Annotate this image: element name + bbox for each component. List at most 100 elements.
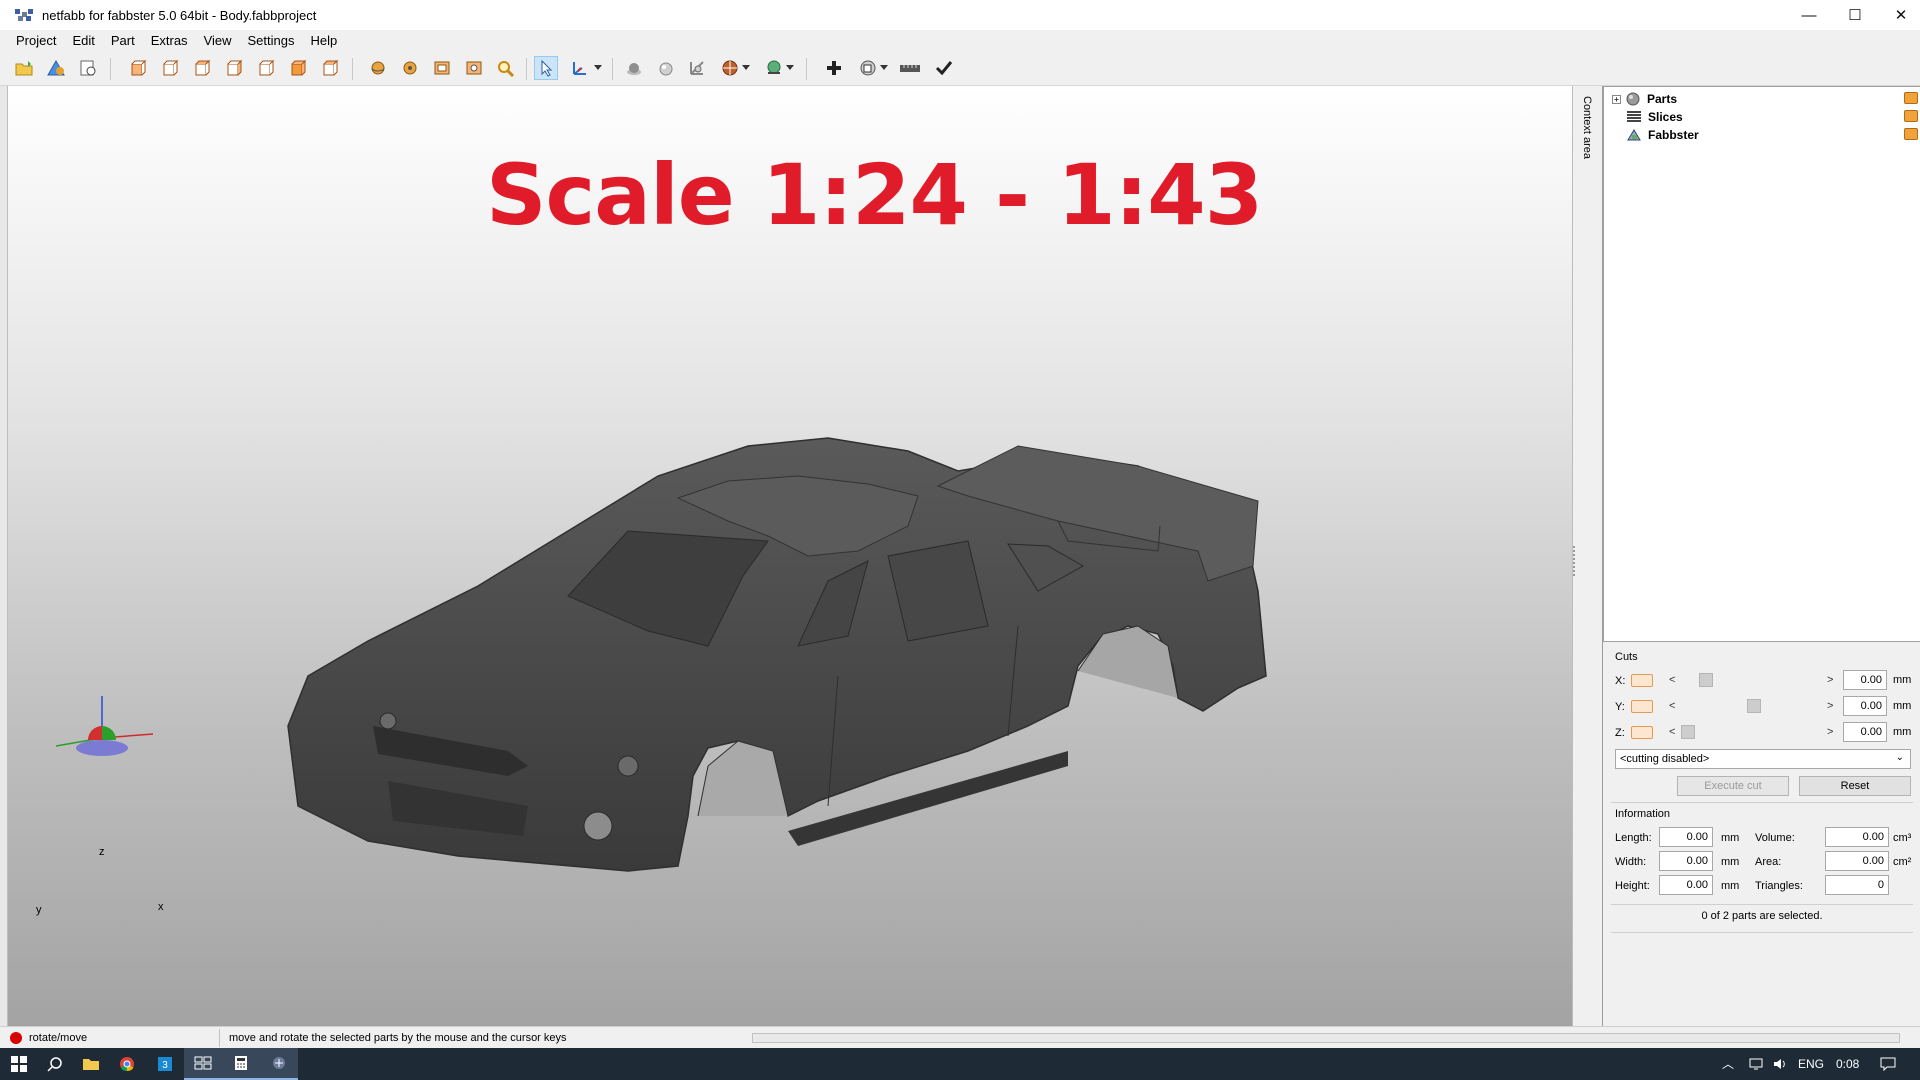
netfabb-icon[interactable]	[260, 1048, 298, 1080]
cut-y-swatch[interactable]	[1631, 700, 1653, 713]
measure-icon[interactable]	[686, 56, 710, 80]
toolbar	[0, 50, 1920, 86]
volume-unit: cm³	[1893, 832, 1912, 844]
tray-chevron-up-icon[interactable]: ︿	[1722, 1055, 1734, 1072]
volume-icon[interactable]	[1772, 1057, 1788, 1074]
maximize-button[interactable]: ☐	[1832, 0, 1878, 30]
length-label: Length:	[1615, 832, 1652, 844]
triangles-value-field[interactable]: 0	[1825, 875, 1889, 895]
repair-dropdown-chevron-icon[interactable]	[878, 56, 890, 80]
repair-icon[interactable]	[856, 56, 880, 80]
cut-y-slider-thumb[interactable]	[1747, 699, 1761, 713]
view-front-icon[interactable]	[126, 56, 150, 80]
cut-y-value-field[interactable]: 0.00	[1843, 696, 1887, 716]
add-part-icon[interactable]	[44, 56, 68, 80]
view-back-icon[interactable]	[158, 56, 182, 80]
cut-y-decrement[interactable]: <	[1669, 700, 1675, 712]
view-right-icon[interactable]	[222, 56, 246, 80]
move-axes-icon[interactable]	[568, 56, 592, 80]
splitter-handle[interactable]	[1573, 546, 1577, 576]
cut-z-value-field[interactable]: 0.00	[1843, 722, 1887, 742]
add-icon[interactable]	[822, 56, 846, 80]
color-dropdown-chevron-icon[interactable]	[740, 56, 752, 80]
zoom-icon[interactable]	[494, 56, 518, 80]
display-mode-icon[interactable]	[762, 56, 786, 80]
app-3-icon[interactable]: 3	[146, 1048, 184, 1080]
chrome-icon[interactable]	[108, 1048, 146, 1080]
menu-settings[interactable]: Settings	[240, 33, 303, 48]
menu-edit[interactable]: Edit	[64, 33, 102, 48]
cut-x-swatch[interactable]	[1631, 674, 1653, 687]
3d-viewport[interactable]: Scale 1:24 - 1:43 z x y	[8, 86, 1572, 1026]
cut-x-slider-thumb[interactable]	[1699, 673, 1713, 687]
reset-button[interactable]: Reset	[1799, 776, 1911, 796]
zoom-selection-icon[interactable]	[462, 56, 486, 80]
rotate-view-icon[interactable]	[366, 56, 390, 80]
tree-item-parts[interactable]: + Parts	[1612, 90, 1677, 108]
viewport-left-edge	[0, 86, 8, 1026]
language-indicator[interactable]: ENG	[1798, 1057, 1824, 1071]
close-button[interactable]: ✕	[1878, 0, 1920, 30]
cut-z-decrement[interactable]: <	[1669, 726, 1675, 738]
shading-icon[interactable]	[622, 56, 646, 80]
section-divider	[1611, 802, 1913, 803]
cut-y-increment[interactable]: >	[1827, 700, 1833, 712]
color-icon[interactable]	[718, 56, 742, 80]
execute-cut-button[interactable]: Execute cut	[1677, 776, 1789, 796]
length-unit: mm	[1721, 832, 1740, 844]
menu-view[interactable]: View	[196, 33, 240, 48]
height-value-field[interactable]: 0.00	[1659, 875, 1713, 895]
tree-expand-icon[interactable]: +	[1612, 94, 1621, 104]
view-iso-icon[interactable]	[318, 56, 342, 80]
project-info-icon[interactable]	[76, 56, 100, 80]
notification-center-icon[interactable]	[1880, 1057, 1896, 1074]
zoom-fit-icon[interactable]	[430, 56, 454, 80]
calculator-icon[interactable]	[222, 1048, 260, 1080]
menu-help[interactable]: Help	[303, 33, 346, 48]
network-icon[interactable]	[1748, 1057, 1764, 1074]
volume-value-field[interactable]: 0.00	[1825, 827, 1889, 847]
open-project-icon[interactable]	[12, 56, 36, 80]
toolbar-separator	[352, 58, 353, 80]
cut-x-increment[interactable]: >	[1827, 674, 1833, 686]
menu-extras[interactable]: Extras	[143, 33, 196, 48]
cut-x-value-field[interactable]: 0.00	[1843, 670, 1887, 690]
status-progress-bar	[752, 1033, 1900, 1043]
search-icon[interactable]	[36, 1048, 74, 1080]
cut-x-decrement[interactable]: <	[1669, 674, 1675, 686]
menu-project[interactable]: Project	[8, 33, 64, 48]
view-top-icon[interactable]	[254, 56, 278, 80]
context-area-strip[interactable]: Context area	[1572, 86, 1602, 1026]
slices-folder-icon[interactable]	[1904, 110, 1918, 122]
select-cursor-icon[interactable]	[534, 56, 558, 80]
cut-z-slider-thumb[interactable]	[1681, 725, 1695, 739]
cut-z-swatch[interactable]	[1631, 726, 1653, 739]
file-explorer-icon[interactable]	[72, 1048, 110, 1080]
view-bottom-icon[interactable]	[286, 56, 310, 80]
windows-start-icon[interactable]	[0, 1048, 38, 1080]
move-dropdown-chevron-icon[interactable]	[592, 56, 604, 80]
task-view-icon[interactable]	[184, 1048, 222, 1080]
tree-item-label: Fabbster	[1648, 128, 1699, 142]
menu-part[interactable]: Part	[103, 33, 143, 48]
parts-folder-icon[interactable]	[1904, 92, 1918, 104]
minimize-button[interactable]: —	[1786, 0, 1832, 30]
surface-icon[interactable]	[654, 56, 678, 80]
length-value-field[interactable]: 0.00	[1659, 827, 1713, 847]
axis-y-label: y	[36, 904, 42, 916]
section-divider	[1611, 904, 1913, 905]
cut-mode-select[interactable]: <cutting disabled> ⌄	[1615, 749, 1911, 769]
fabbster-folder-icon[interactable]	[1904, 128, 1918, 140]
checkmark-icon[interactable]	[932, 56, 956, 80]
ruler-icon[interactable]	[898, 56, 922, 80]
tree-item-slices[interactable]: Slices	[1626, 108, 1683, 126]
car-body-model[interactable]	[8, 86, 1572, 1026]
view-left-icon[interactable]	[190, 56, 214, 80]
area-value-field[interactable]: 0.00	[1825, 851, 1889, 871]
cut-z-increment[interactable]: >	[1827, 726, 1833, 738]
display-dropdown-chevron-icon[interactable]	[784, 56, 796, 80]
clock[interactable]: 0:08	[1836, 1057, 1859, 1071]
pan-view-icon[interactable]	[398, 56, 422, 80]
width-value-field[interactable]: 0.00	[1659, 851, 1713, 871]
tree-item-fabbster[interactable]: Fabbster	[1626, 126, 1699, 144]
